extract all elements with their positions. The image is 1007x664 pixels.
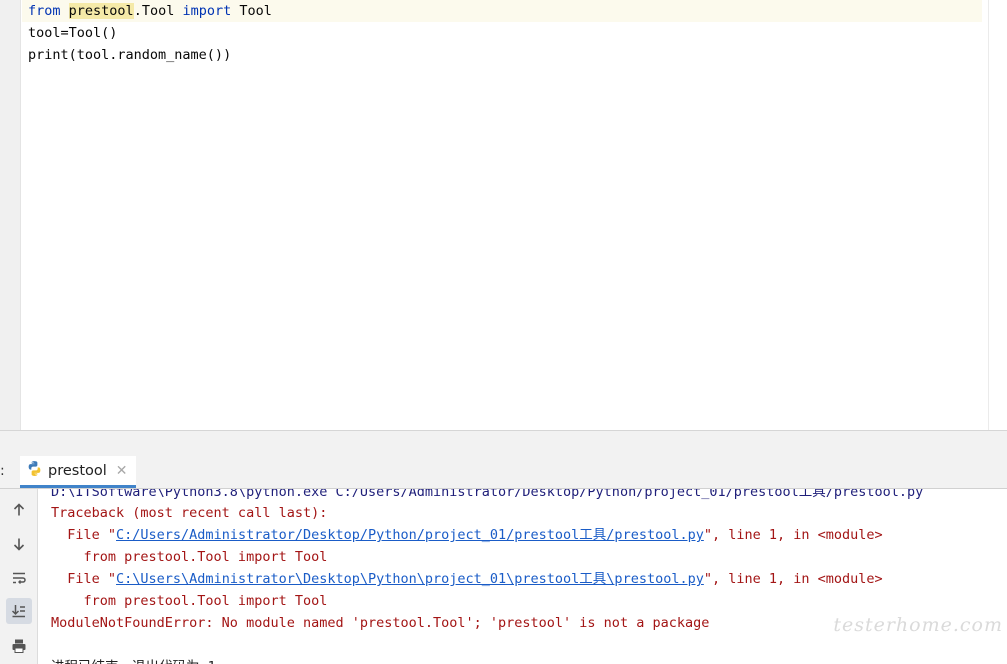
module-name-highlight: prestool [68, 3, 134, 19]
module-path: .Tool [133, 3, 183, 19]
run-tab-label: prestool [48, 462, 107, 479]
run-tab-prestool[interactable]: prestool ✕ [20, 456, 136, 488]
frame-2-prefix: File " [51, 571, 117, 587]
run-label: : [0, 463, 5, 479]
down-arrow-icon[interactable] [6, 531, 32, 557]
traceback-frame-2: File "C:\Users\Administrator\Desktop\Pyt… [51, 568, 883, 590]
console-command-line: D:\ITSoftware\Python3.8\python.exe C:/Us… [51, 489, 924, 500]
code-line-3[interactable]: print(tool.random_name()) [22, 44, 982, 66]
print-icon[interactable] [6, 633, 32, 659]
close-icon[interactable]: ✕ [116, 463, 128, 479]
code-area[interactable]: from prestool.Tool import Tool tool=Tool… [22, 0, 988, 430]
keyword-from: from [28, 3, 61, 19]
traceback-frame-2-code: from prestool.Tool import Tool [51, 593, 328, 609]
run-tool-window-header: : prestool ✕ [0, 456, 1007, 489]
frame-2-file-link[interactable]: C:\Users\Administrator\Desktop\Python\pr… [116, 571, 704, 587]
process-exit-line: 进程已结束，退出代码为 1 [51, 656, 216, 664]
editor-scrollbar-stripe[interactable] [988, 0, 1007, 430]
frame-2-suffix: ", line 1, in <module> [703, 571, 883, 587]
traceback-frame-1-code: from prestool.Tool import Tool [51, 549, 328, 565]
frame-1-file-link[interactable]: C:/Users/Administrator/Desktop/Python/pr… [116, 527, 704, 543]
up-arrow-icon[interactable] [6, 497, 32, 523]
watermark: testerhome.com [833, 614, 1003, 636]
traceback-frame-1: File "C:/Users/Administrator/Desktop/Pyt… [51, 524, 883, 546]
keyword-import: import [182, 3, 232, 19]
imported-name: Tool [231, 3, 272, 19]
console-toolbar [0, 489, 38, 664]
soft-wrap-icon[interactable] [6, 565, 32, 591]
code-editor[interactable]: from prestool.Tool import Tool tool=Tool… [0, 0, 1007, 430]
traceback-header: Traceback (most recent call last): [51, 505, 328, 521]
code-line-1[interactable]: from prestool.Tool import Tool [22, 0, 982, 22]
run-console[interactable]: D:\ITSoftware\Python3.8\python.exe C:/Us… [0, 489, 1007, 664]
console-output[interactable]: D:\ITSoftware\Python3.8\python.exe C:/Us… [51, 489, 1001, 664]
error-message: ModuleNotFoundError: No module named 'pr… [51, 615, 710, 631]
frame-1-prefix: File " [51, 527, 117, 543]
frame-1-suffix: ", line 1, in <module> [703, 527, 883, 543]
editor-gutter [0, 0, 21, 430]
scroll-to-end-icon[interactable] [6, 598, 32, 624]
code-line-2[interactable]: tool=Tool() [22, 22, 982, 44]
panel-splitter[interactable] [0, 430, 1007, 456]
python-icon [26, 460, 43, 481]
